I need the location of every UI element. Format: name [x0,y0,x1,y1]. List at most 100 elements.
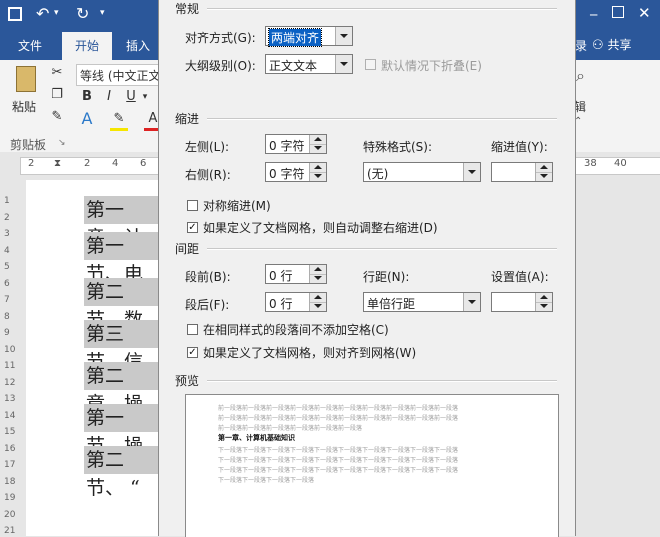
undo-icon[interactable]: ↶ [36,4,49,23]
divider [207,248,557,250]
preview-previous-line: 前一段落前一段落前一段落前一段落前一段落前一段落 [218,425,363,432]
underline-dropdown-icon[interactable]: ▾ [136,88,154,106]
ruler-number: 2 [84,158,91,169]
snap-to-grid-label: 如果定义了文档网格，则对齐到网格(W) [203,346,417,360]
customize-qat-icon[interactable]: ▾ [100,8,105,18]
mirror-indents-label: 对称缩进(M) [203,199,271,213]
ruler-number: 4 [112,158,119,169]
indent-by-label: 缩进值(Y): [491,140,548,154]
vruler-number: 6 [4,278,10,289]
ruler-number: 40 [614,158,627,169]
clipboard-launcher-icon[interactable]: ↘ [58,138,66,148]
snap-to-grid-checkbox[interactable]: ✓ [187,347,198,358]
vruler-number: 13 [4,394,16,404]
highlight-icon[interactable]: ✎ [110,110,128,131]
special-indent-select[interactable]: (无) [363,162,481,182]
vruler-number: 1 [4,196,10,206]
left-indent-label: 左侧(L): [185,140,230,154]
line-spacing-select[interactable]: 单倍行距 [363,292,481,312]
minimize-icon[interactable]: ─ [590,8,597,22]
spin-down-icon[interactable] [310,172,326,181]
undo-dropdown-icon[interactable]: ▾ [54,8,59,18]
divider [207,380,557,382]
tab-review-partial[interactable]: 录 [574,32,588,60]
share-button[interactable]: ⚇ 共享 [592,36,656,56]
vruler-number: 9 [4,328,10,338]
font-name-value: 等线 (中文正文 [80,69,161,83]
font-name-box[interactable]: 等线 (中文正文 [76,64,161,86]
italic-button[interactable]: I [100,88,118,106]
auto-adjust-right-checkbox[interactable]: ✓ [187,222,198,233]
vruler-number: 2 [4,212,10,223]
doc-line[interactable]: 第一章、计 [84,196,158,249]
doc-line[interactable]: 第一节、电 [84,232,158,285]
stepper-arrows [309,135,326,153]
chevron-down-icon[interactable] [335,55,352,73]
stepper-arrows [309,265,326,283]
doc-line[interactable]: 第二节、 “ [84,446,158,499]
alignment-select[interactable]: 两端对齐 [265,26,353,47]
format-painter-icon[interactable]: ✎ [48,108,66,126]
chevron-down-icon[interactable] [463,163,480,181]
spin-down-icon[interactable] [310,144,326,153]
collapse-checkbox[interactable] [365,59,376,70]
doc-line[interactable]: 第二节、数 [84,278,158,331]
preview-next-line: 下一段落下一段落下一段落下一段落下一段落下一段落下一段落下一段落下一段落下一段落 [218,447,459,454]
vruler-number: 18 [4,476,16,487]
vruler-number: 7 [4,295,10,305]
tab-home[interactable]: 开始 [62,32,112,60]
spin-down-icon[interactable] [536,172,552,181]
spin-down-icon[interactable] [536,302,552,311]
chevron-down-icon[interactable] [463,293,480,311]
vruler-number: 15 [4,427,16,437]
doc-line[interactable]: 第二章、操 [84,362,158,415]
outline-level-select[interactable]: 正文文本 [265,54,353,74]
indent-by-stepper[interactable] [491,162,553,182]
cut-icon[interactable]: ✂ [48,64,66,82]
tab-file[interactable]: 文件 [8,32,52,60]
stepper-arrows [309,293,326,311]
left-indent-stepper[interactable]: 0 字符 [265,134,327,154]
vruler-number: 5 [4,262,10,272]
vruler-number: 14 [4,410,16,421]
save-icon[interactable] [8,7,22,21]
doc-line[interactable]: 第三节、信 [84,320,158,373]
preview-next-line: 下一段落下一段落下一段落下一段落下一段落下一段落下一段落下一段落下一段落下一段落 [218,457,459,464]
bold-button[interactable]: B [78,88,96,106]
alignment-value: 两端对齐 [267,28,323,47]
vruler-number: 4 [4,245,10,256]
maximize-icon[interactable] [612,6,624,18]
mirror-indents-checkbox[interactable] [187,200,198,211]
vruler-number: 19 [4,493,16,503]
preview-previous-line: 前一段落前一段落前一段落前一段落前一段落前一段落前一段落前一段落前一段落前一段落 [218,415,459,422]
clipboard-icon [16,66,36,92]
vruler-number: 16 [4,443,16,454]
find-icon[interactable]: ⌕ [576,66,585,86]
spin-down-icon[interactable] [310,302,326,311]
paste-button[interactable]: 粘贴 [10,64,42,116]
vruler-number: 20 [4,509,16,520]
text-effects-icon[interactable]: A [78,110,96,128]
no-space-same-style-checkbox[interactable] [187,324,198,335]
spin-down-icon[interactable] [310,274,326,283]
indent-marker-icon[interactable]: ⧗ [54,158,61,169]
ruler-number: 2 [28,158,35,169]
doc-line[interactable]: 第一节、操 [84,404,158,457]
outline-level-label: 大纲级别(O): [185,59,256,73]
close-icon[interactable]: ✕ [638,4,651,22]
tab-insert[interactable]: 插入 [118,32,158,60]
chevron-down-icon[interactable] [335,27,352,45]
preview-section-title: 预览 [175,374,200,388]
space-before-stepper[interactable]: 0 行 [265,264,327,284]
stepper-arrows [535,163,552,181]
general-section-title: 常规 [175,2,200,16]
redo-icon[interactable]: ↻ [76,4,89,23]
copy-icon[interactable]: ❐ [48,86,66,104]
preview-pane: 前一段落前一段落前一段落前一段落前一段落前一段落前一段落前一段落前一段落前一段落… [185,394,559,537]
spacing-at-stepper[interactable] [491,292,553,312]
alignment-label: 对齐方式(G): [185,31,256,45]
space-after-stepper[interactable]: 0 行 [265,292,327,312]
vruler-number: 21 [4,526,16,536]
ruler-number: 38 [584,158,597,169]
right-indent-stepper[interactable]: 0 字符 [265,162,327,182]
